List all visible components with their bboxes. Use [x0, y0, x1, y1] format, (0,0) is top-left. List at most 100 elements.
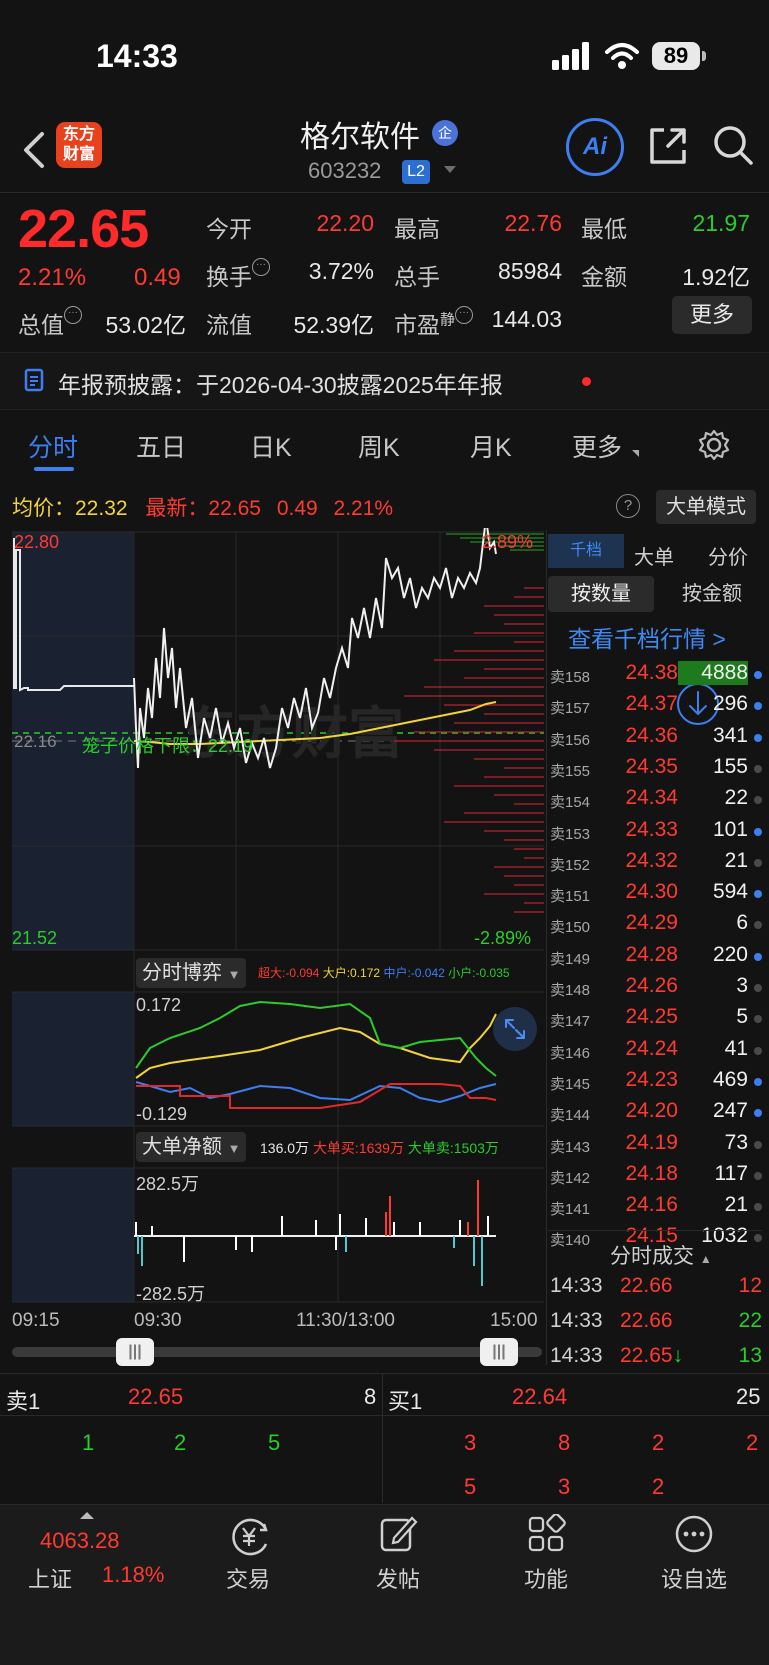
range-handle-left[interactable]: ||| [116, 1338, 154, 1366]
current-price: 22.65 [18, 199, 149, 259]
more-button[interactable]: 更多 [672, 296, 752, 334]
net-chart-button[interactable]: 大单净额 ▼ [136, 1132, 247, 1162]
orderbook-marker-dot [754, 952, 762, 961]
net-buy: 大单买:1639万 [312, 1140, 404, 1156]
orderbook-marker-dot [754, 890, 762, 899]
orderbook-row[interactable]: 卖155 24.35 155 [548, 754, 762, 784]
orderbook-row[interactable]: 卖153 24.33 101 [548, 817, 762, 847]
sell-queue-item: 5 [268, 1430, 281, 1455]
sell1-volume: 8 [364, 1384, 377, 1409]
orderbook-row[interactable]: 卖150 24.29 6 [548, 910, 762, 940]
orderbook-row[interactable]: 卖154 24.34 22 [548, 785, 762, 815]
game-line-large [135, 1013, 497, 1079]
orderbook-level: 卖148 [550, 982, 591, 999]
trade-price: 22.66 [620, 1274, 673, 1298]
tab-more[interactable]: 更多 [572, 428, 622, 464]
game-chart-button[interactable]: 分时博弈 ▼ [136, 958, 247, 988]
gear-icon[interactable] [697, 428, 731, 462]
orderbook-volume: 594 [712, 880, 748, 904]
chevron-down-icon[interactable] [444, 166, 456, 173]
volume-value: 85984 [498, 258, 562, 284]
nav-post[interactable]: 发帖 [338, 1562, 458, 1594]
turnover-label[interactable]: 换手 ··· [206, 258, 270, 292]
orderbook-row[interactable]: 卖148 24.26 3 [548, 973, 762, 1003]
nav-add-watchlist[interactable]: 设自选 [634, 1562, 754, 1594]
tab-five-day[interactable]: 五日 [136, 428, 186, 464]
by-quantity-button[interactable]: 按数量 [548, 576, 654, 612]
orderbook-volume: 21 [724, 848, 748, 872]
buy-queue-item: 2 [746, 1430, 759, 1455]
orderbook-row[interactable]: 卖152 24.32 21 [548, 848, 762, 878]
tab-monthly-k[interactable]: 月K [470, 428, 512, 464]
caret-down-icon: ▼ [227, 1141, 241, 1156]
orderbook-level: 卖149 [550, 950, 591, 968]
mktcap-value: 53.02亿 [105, 312, 186, 338]
orderbook-marker-dot [754, 858, 762, 867]
time-range-track[interactable] [12, 1347, 542, 1357]
expand-icon[interactable] [493, 1007, 537, 1051]
more-dots-icon[interactable] [674, 1514, 714, 1554]
trade-yen-icon[interactable] [228, 1516, 272, 1556]
caret-up-icon: ▲ [699, 1252, 712, 1266]
range-handle-right[interactable]: ||| [480, 1338, 518, 1366]
big-order-mode-button[interactable]: 大单模式 [656, 490, 756, 524]
tab-daily-k[interactable]: 日K [250, 428, 292, 464]
divider [382, 1373, 383, 1503]
orderbook-row[interactable]: 卖141 24.16 21 [548, 1192, 762, 1222]
orderbook-volume: 22 [724, 786, 748, 810]
orderbook-row[interactable]: 卖142 24.18 117 [548, 1161, 762, 1191]
tab-big-orders[interactable]: 大单 [634, 541, 674, 570]
index-value[interactable]: 4063.28 [40, 1528, 120, 1554]
ai-button[interactable]: Ai [566, 118, 624, 176]
tab-weekly-k[interactable]: 周K [358, 428, 400, 464]
volume-label: 总手 [394, 264, 440, 290]
orderbook-row[interactable]: 卖147 24.25 5 [548, 1004, 762, 1034]
panel-divider [546, 530, 547, 1365]
orderbook-volume: 341 [712, 723, 748, 747]
info-icon[interactable]: ··· [64, 306, 82, 324]
orderbook-row[interactable]: 卖151 24.30 594 [548, 879, 762, 909]
orderbook-row[interactable]: 卖149 24.28 220 [548, 942, 762, 972]
tab-thousand-levels[interactable]: 千档 [548, 534, 624, 568]
orderbook-row[interactable]: 卖146 24.24 41 [548, 1036, 762, 1066]
share-icon[interactable] [648, 126, 688, 166]
info-icon[interactable]: ··· [252, 258, 270, 276]
pe-label[interactable]: 市盈静 ··· [394, 306, 474, 340]
buy-queue-item: 2 [652, 1474, 665, 1499]
orderbook-row[interactable]: 卖144 24.20 247 [548, 1098, 762, 1128]
orderbook-row[interactable]: 卖145 24.23 469 [548, 1067, 762, 1097]
view-thousand-levels-link[interactable]: 查看千档行情 > [568, 620, 726, 654]
level2-badge[interactable]: L2 [402, 160, 430, 184]
orderbook-level: 卖141 [550, 1201, 591, 1219]
tab-price-distribution[interactable]: 分价 [708, 541, 748, 570]
help-icon[interactable]: ? [616, 494, 640, 518]
orderbook-row[interactable]: 卖143 24.19 73 [548, 1130, 762, 1160]
orderbook-volume: 6 [736, 911, 748, 935]
orderbook-price: 24.32 [625, 848, 678, 872]
orderbook-volume: 73 [724, 1130, 748, 1154]
stock-name[interactable]: 格尔软件 [300, 112, 420, 156]
search-icon[interactable] [712, 124, 754, 166]
caret-up-icon[interactable] [80, 1512, 94, 1519]
orderbook-marker-dot [754, 1234, 762, 1243]
orderbook-row[interactable]: 卖157 24.37 296 [548, 691, 762, 721]
trade-row: 14:33 22.65↓ 13 [548, 1344, 762, 1376]
mktcap-label[interactable]: 总值 ··· [18, 306, 82, 340]
orderbook-price: 24.18 [625, 1161, 678, 1185]
edit-post-icon[interactable] [378, 1514, 418, 1554]
orderbook-row[interactable]: 卖156 24.36 341 [548, 723, 762, 753]
trade-time: 14:33 [550, 1274, 603, 1297]
notice-text[interactable]: 年报预披露：于2026-04-30披露2025年年报 [58, 366, 503, 400]
orderbook-price: 24.30 [625, 880, 678, 904]
nav-functions[interactable]: 功能 [486, 1562, 606, 1594]
orderbook-row[interactable]: 卖158 24.38 4888 [548, 660, 762, 690]
orderbook-volume: 247 [712, 1099, 748, 1123]
trade-time: 14:33 [550, 1344, 603, 1367]
grid-functions-icon[interactable] [526, 1514, 566, 1554]
nav-trade[interactable]: 交易 [188, 1562, 308, 1594]
index-name[interactable]: 上证 [28, 1562, 72, 1594]
trades-title[interactable]: 分时成交 ▲ [610, 1240, 712, 1270]
back-icon[interactable] [20, 130, 50, 170]
tab-intraday[interactable]: 分时 [28, 428, 78, 464]
by-amount-button[interactable]: 按金额 [664, 576, 760, 612]
